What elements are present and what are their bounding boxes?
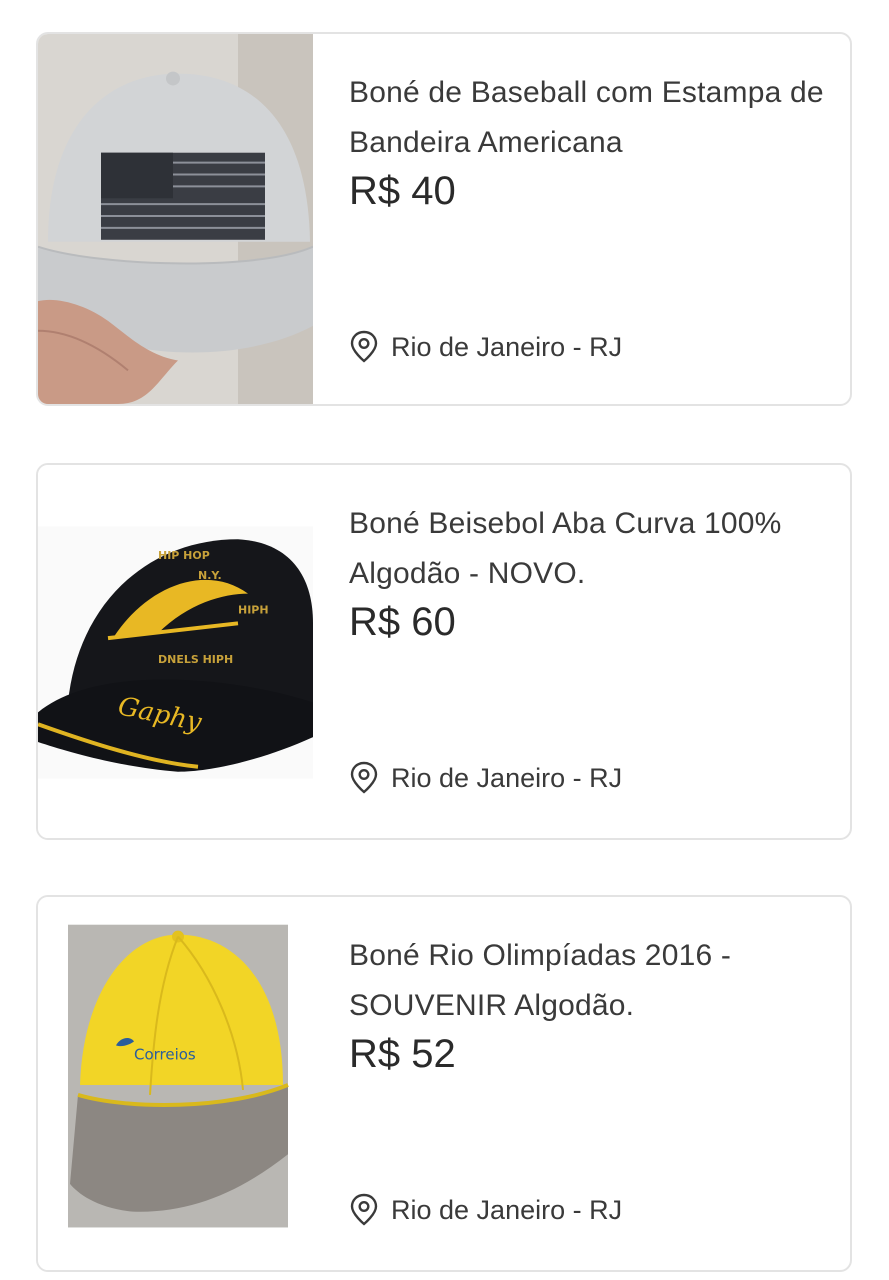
- listing-card[interactable]: Boné de Baseball com Estampa de Bandeira…: [36, 32, 852, 406]
- listing-title[interactable]: Boné Beisebol Aba Curva 100% Algodão - N…: [349, 499, 830, 599]
- gray-cap-image: [38, 34, 313, 404]
- listing-location: Rio de Janeiro - RJ: [349, 761, 622, 795]
- listing-info: Boné Beisebol Aba Curva 100% Algodão - N…: [349, 465, 830, 838]
- listing-card[interactable]: Correios Boné Rio Olimpíadas 2016 - SOUV…: [36, 895, 852, 1272]
- location-pin-icon: [349, 761, 379, 795]
- svg-text:N.Y.: N.Y.: [198, 569, 222, 582]
- listing-card[interactable]: HIP HOP N.Y. HIPH DNELS HIPH Gaphy Boné …: [36, 463, 852, 840]
- listing-image-yellow-cap[interactable]: Correios: [38, 897, 313, 1270]
- location-pin-icon: [349, 330, 379, 364]
- location-pin-icon: [349, 1193, 379, 1227]
- listing-title[interactable]: Boné Rio Olimpíadas 2016 - SOUVENIR Algo…: [349, 931, 830, 1031]
- listing-info: Boné de Baseball com Estampa de Bandeira…: [349, 34, 830, 404]
- svg-text:DNELS HIPH: DNELS HIPH: [158, 653, 233, 666]
- listing-price: R$ 52: [349, 1032, 456, 1076]
- svg-text:HIPH: HIPH: [238, 603, 269, 616]
- listing-price: R$ 60: [349, 600, 456, 644]
- listing-price: R$ 40: [349, 169, 456, 213]
- location-text: Rio de Janeiro - RJ: [391, 331, 623, 362]
- listing-info: Boné Rio Olimpíadas 2016 - SOUVENIR Algo…: [349, 897, 830, 1270]
- location-text: Rio de Janeiro - RJ: [391, 1194, 623, 1225]
- yellow-cap-image: Correios: [38, 897, 313, 1270]
- cap-brand-text: Correios: [134, 1045, 196, 1063]
- listing-location: Rio de Janeiro - RJ: [349, 1193, 622, 1227]
- listing-image-black-cap[interactable]: HIP HOP N.Y. HIPH DNELS HIPH Gaphy: [38, 465, 313, 838]
- location-text: Rio de Janeiro - RJ: [391, 762, 623, 793]
- listing-location: Rio de Janeiro - RJ: [349, 330, 622, 364]
- black-cap-image: HIP HOP N.Y. HIPH DNELS HIPH Gaphy: [38, 465, 313, 838]
- svg-text:HIP HOP: HIP HOP: [158, 549, 210, 562]
- listing-image-gray-cap[interactable]: [38, 34, 313, 404]
- listing-title[interactable]: Boné de Baseball com Estampa de Bandeira…: [349, 68, 830, 168]
